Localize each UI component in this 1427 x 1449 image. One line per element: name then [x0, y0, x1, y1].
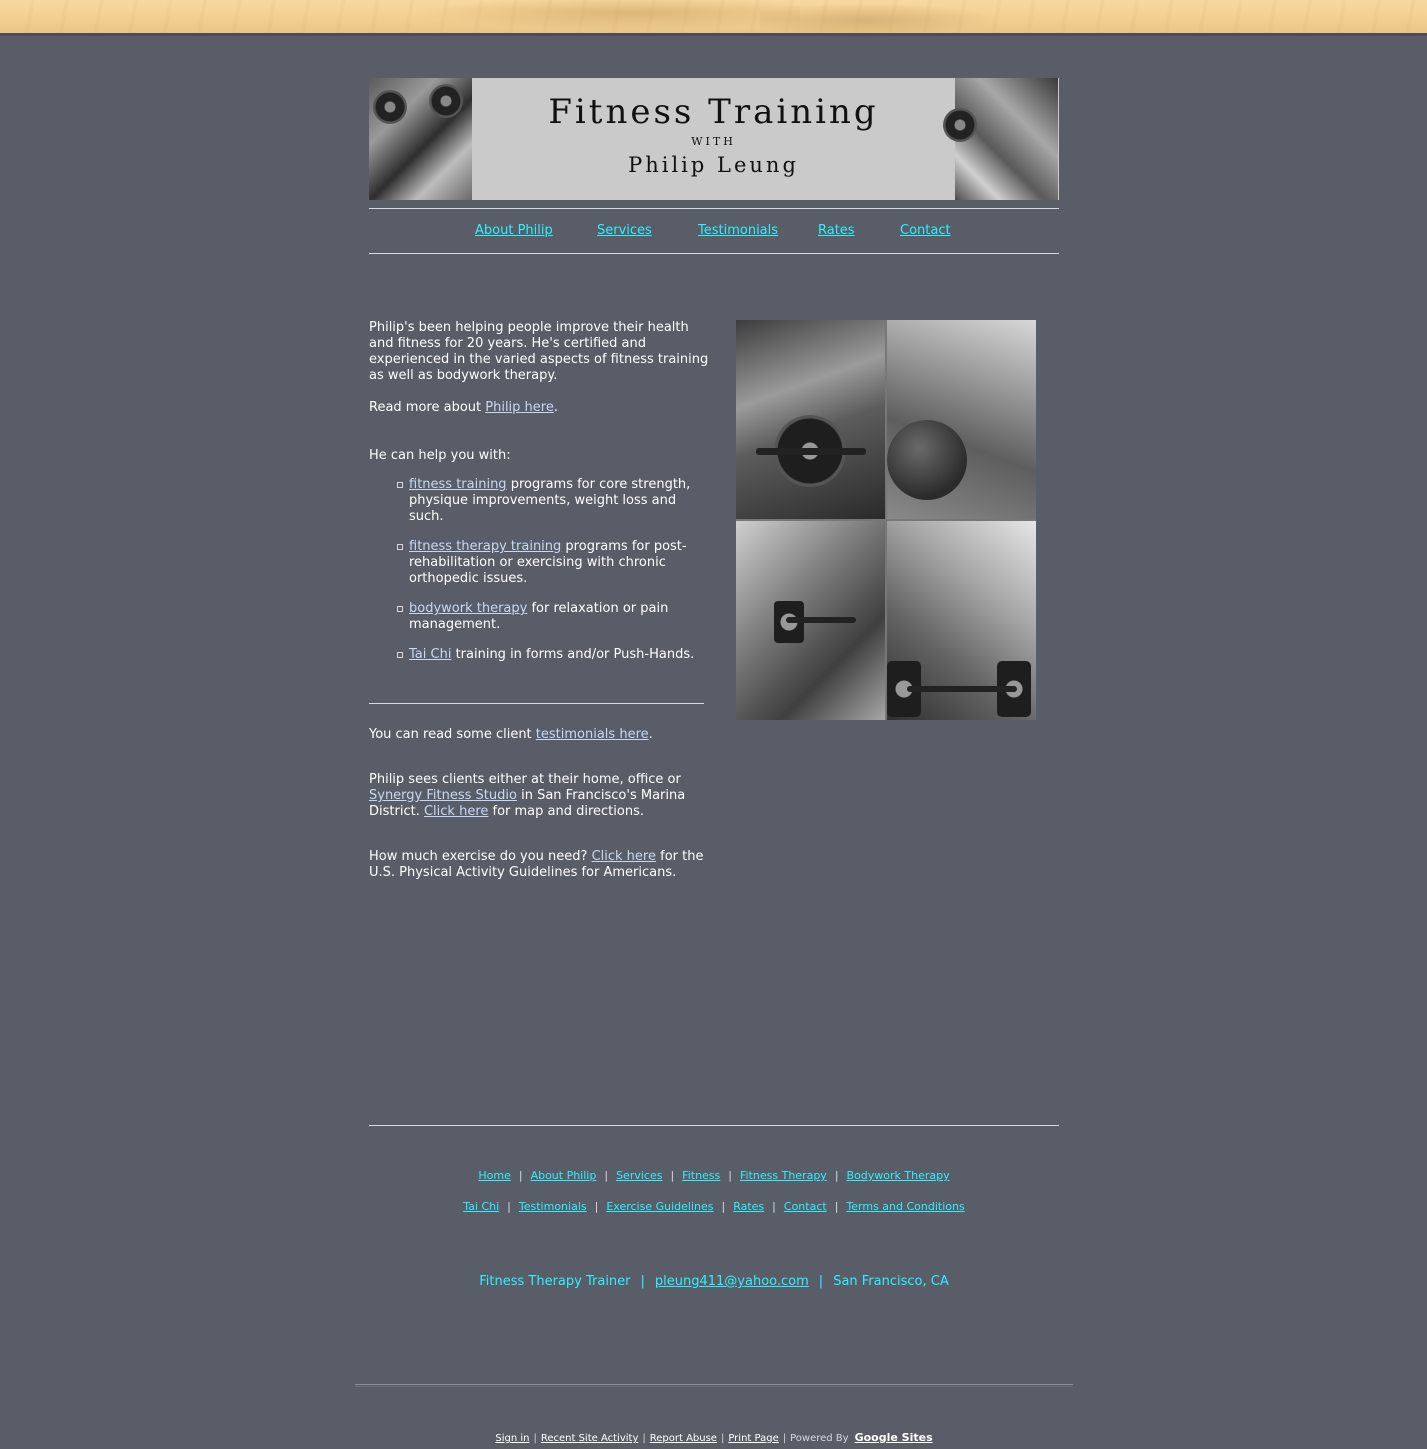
footer-terms-link[interactable]: Terms and Conditions	[846, 1200, 964, 1213]
contact-role: Fitness Therapy Trainer	[479, 1274, 631, 1289]
gsites-divider	[355, 1384, 1073, 1385]
nav-about-philip[interactable]: About Philip	[475, 223, 553, 238]
footer-home-link[interactable]: Home	[478, 1169, 510, 1182]
footer-testimonials-link[interactable]: Testimonials	[519, 1200, 587, 1213]
photo-medicine-ball	[887, 320, 1036, 519]
footer-links-row2: Tai Chi | Testimonials | Exercise Guidelines…	[463, 1200, 965, 1213]
google-sites-footer: Sign in | Recent Site Activity | Report Abus…	[495, 1431, 933, 1444]
list-item: fitness therapy training programs for po…	[369, 539, 709, 587]
footer-services-link[interactable]: Services	[616, 1169, 662, 1182]
site-title-with: WITH	[691, 135, 736, 148]
content-divider	[369, 703, 704, 704]
google-sites-link[interactable]: Google Sites	[855, 1431, 933, 1444]
footer-divider	[369, 1125, 1059, 1126]
photo-lateral-raise	[736, 521, 885, 720]
testimonials-line: You can read some client testimonials he…	[369, 727, 653, 742]
nav-divider-top	[369, 208, 1059, 209]
square-bullet-icon	[397, 606, 403, 612]
synergy-fitness-studio-link[interactable]: Synergy Fitness Studio	[369, 788, 517, 803]
exercise-paragraph: How much exercise do you need? Click her…	[369, 849, 704, 880]
philip-here-link[interactable]: Philip here	[485, 400, 554, 415]
photo-arm-dumbbell	[887, 521, 1036, 720]
nav-testimonials[interactable]: Testimonials	[698, 223, 778, 238]
nav-divider-bottom	[369, 253, 1059, 254]
location-paragraph: Philip sees clients either at their home…	[369, 772, 686, 819]
print-page-link[interactable]: Print Page	[728, 1433, 778, 1444]
footer-tai-chi-link[interactable]: Tai Chi	[463, 1200, 499, 1213]
header-photo-dumbbell-curl	[369, 78, 472, 200]
fitness-therapy-training-link[interactable]: fitness therapy training	[409, 539, 561, 554]
list-item: Tai Chi training in forms and/or Push-Ha…	[369, 647, 709, 663]
read-more-line: Read more about Philip here.	[369, 400, 558, 415]
site-title: Fitness Training	[548, 92, 879, 132]
footer-fitness-link[interactable]: Fitness	[682, 1169, 720, 1182]
intro-paragraph: Philip's been helping people improve the…	[369, 320, 709, 383]
recent-site-activity-link[interactable]: Recent Site Activity	[541, 1433, 639, 1444]
footer-bodywork-therapy-link[interactable]: Bodywork Therapy	[847, 1169, 950, 1182]
nav-rates[interactable]: Rates	[818, 223, 855, 238]
testimonials-here-link[interactable]: testimonials here	[536, 727, 649, 742]
guidelines-click-here-link[interactable]: Click here	[592, 849, 656, 864]
bodywork-therapy-link[interactable]: bodywork therapy	[409, 601, 527, 616]
help-heading: He can help you with:	[369, 448, 511, 463]
contact-info: Fitness Therapy Trainer | pleung411@yahoo.…	[479, 1274, 949, 1289]
contact-email-link[interactable]: pleung411@yahoo.com	[655, 1274, 809, 1289]
nav-services[interactable]: Services	[597, 223, 652, 238]
footer-rates-link[interactable]: Rates	[733, 1200, 764, 1213]
services-list: fitness training programs for core stren…	[369, 477, 709, 677]
list-item: bodywork therapy for relaxation or pain …	[369, 601, 709, 633]
header-photo-arm	[943, 78, 1058, 200]
square-bullet-icon	[397, 482, 403, 488]
powered-by-label: Powered By	[790, 1433, 849, 1444]
list-item: fitness training programs for core stren…	[369, 477, 709, 525]
square-bullet-icon	[397, 544, 403, 550]
footer-about-philip-link[interactable]: About Philip	[531, 1169, 597, 1182]
footer-links-row1: Home | About Philip | Services | Fitness | Fitne…	[478, 1169, 950, 1182]
map-click-here-link[interactable]: Click here	[424, 804, 488, 819]
photo-dumbbell-row	[736, 320, 885, 519]
gsites-divider-shadow	[355, 1386, 1073, 1387]
report-abuse-link[interactable]: Report Abuse	[650, 1433, 717, 1444]
square-bullet-icon	[397, 652, 403, 658]
footer-contact-link[interactable]: Contact	[784, 1200, 827, 1213]
contact-location: San Francisco, CA	[833, 1274, 949, 1289]
footer-fitness-therapy-link[interactable]: Fitness Therapy	[740, 1169, 827, 1182]
footer-exercise-guidelines-link[interactable]: Exercise Guidelines	[606, 1200, 713, 1213]
main-nav: About Philip Services Testimonials Rates…	[369, 223, 1059, 243]
site-title-name: Philip Leung	[628, 153, 799, 177]
fitness-training-link[interactable]: fitness training	[409, 477, 507, 492]
nav-contact[interactable]: Contact	[900, 223, 951, 238]
fitness-photo-collage	[736, 320, 1036, 720]
top-sand-banner	[0, 0, 1427, 36]
sign-in-link[interactable]: Sign in	[495, 1433, 529, 1444]
tai-chi-link[interactable]: Tai Chi	[409, 647, 451, 662]
site-header-banner: Fitness Training WITH Philip Leung	[369, 78, 1059, 200]
